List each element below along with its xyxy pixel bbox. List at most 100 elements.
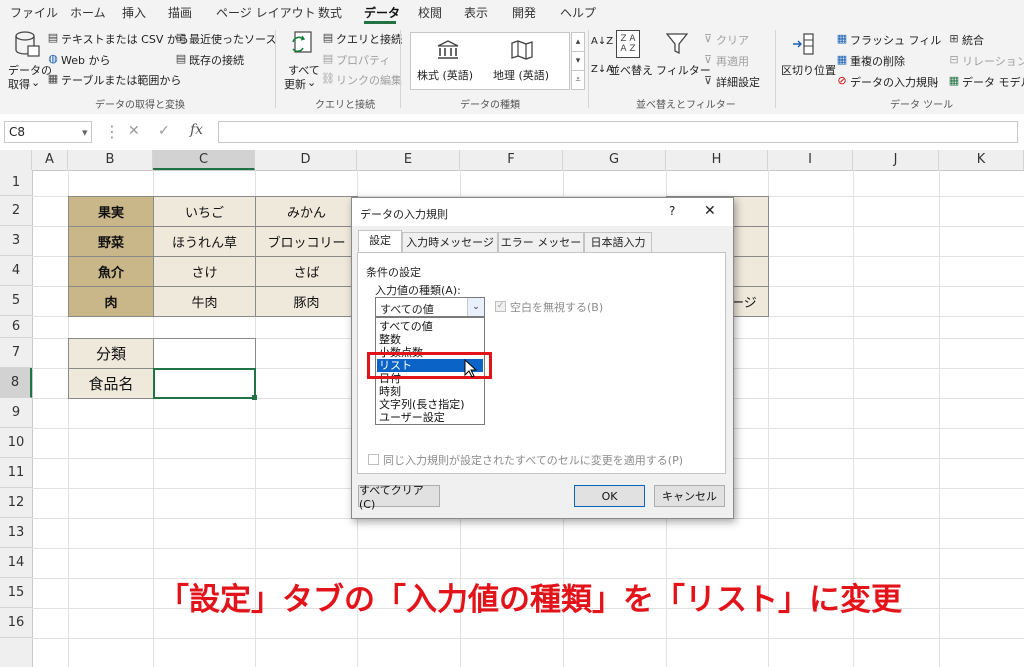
- row-header[interactable]: 11: [0, 458, 32, 488]
- name-box-dropdown-icon[interactable]: ▾: [82, 126, 88, 139]
- menu-developer[interactable]: 開発: [512, 4, 536, 21]
- data-validation-button[interactable]: データの入力規則: [850, 74, 938, 90]
- list-item[interactable]: ユーザー設定: [377, 411, 483, 424]
- table-category-cell[interactable]: 果実: [68, 196, 154, 227]
- gallery-more-icon[interactable]: ⩡: [571, 70, 585, 90]
- category-label-cell[interactable]: 分類: [68, 338, 154, 369]
- menu-review[interactable]: 校閲: [418, 4, 442, 21]
- table-cell[interactable]: いちご: [153, 196, 256, 227]
- row-header[interactable]: 12: [0, 488, 32, 518]
- column-header[interactable]: F: [460, 150, 563, 170]
- select-all-corner[interactable]: [0, 150, 32, 170]
- list-item[interactable]: すべての値: [377, 320, 483, 333]
- refresh-all-label-2[interactable]: 更新: [284, 76, 306, 92]
- row-header[interactable]: 6: [0, 316, 32, 338]
- menu-draw[interactable]: 描画: [168, 4, 192, 21]
- column-header[interactable]: E: [357, 150, 460, 170]
- table-category-cell[interactable]: 野菜: [68, 226, 154, 257]
- column-header[interactable]: K: [939, 150, 1024, 170]
- get-data-label-2[interactable]: 取得: [8, 76, 30, 92]
- row-header[interactable]: 7: [0, 338, 32, 368]
- row-header[interactable]: 16: [0, 608, 32, 638]
- flash-fill-button[interactable]: フラッシュ フィル: [850, 32, 941, 48]
- recent-sources-button[interactable]: 最近使ったソース: [189, 31, 276, 47]
- help-icon[interactable]: ?: [669, 204, 675, 218]
- tab-error-message[interactable]: エラー メッセージ: [498, 232, 584, 269]
- cancel-button[interactable]: キャンセル: [654, 485, 725, 507]
- table-category-cell[interactable]: 魚介: [68, 256, 154, 287]
- ignore-blank-checkbox[interactable]: ✓: [495, 301, 506, 312]
- queries-connections-button[interactable]: クエリと接続: [336, 31, 402, 47]
- bank-icon[interactable]: [433, 37, 463, 63]
- chevron-down-icon[interactable]: ⌄: [931, 74, 940, 87]
- refresh-all-icon[interactable]: [286, 28, 316, 60]
- row-header[interactable]: 4: [0, 256, 32, 286]
- table-cell[interactable]: 牛肉: [153, 286, 256, 317]
- web-button[interactable]: Web から: [61, 52, 110, 68]
- properties-button[interactable]: プロパティ: [336, 52, 390, 68]
- row-header[interactable]: 1: [0, 170, 32, 196]
- database-icon[interactable]: [12, 28, 42, 60]
- ok-button[interactable]: OK: [574, 485, 645, 507]
- sort-button[interactable]: 並べ替え: [609, 62, 653, 78]
- row-header[interactable]: 2: [0, 196, 32, 226]
- edit-links-button[interactable]: リンクの編集: [336, 72, 402, 88]
- sort-ascending-icon[interactable]: A↓Z: [591, 36, 613, 47]
- menu-formulas[interactable]: 数式: [318, 4, 342, 21]
- data-model-button[interactable]: データ モデルの: [962, 74, 1024, 90]
- name-box[interactable]: C8: [4, 121, 92, 143]
- text-csv-button[interactable]: テキストまたは CSV から: [61, 31, 189, 47]
- close-icon[interactable]: ✕: [704, 203, 716, 219]
- chevron-down-icon[interactable]: ⌄: [31, 76, 40, 89]
- menu-data[interactable]: データ: [364, 4, 400, 21]
- table-range-button[interactable]: テーブルまたは範囲から: [61, 72, 181, 88]
- column-header[interactable]: A: [32, 150, 68, 170]
- chevron-down-icon[interactable]: ⌄: [307, 76, 316, 89]
- menu-file[interactable]: ファイル: [10, 4, 58, 21]
- chevron-down-icon[interactable]: ⌄: [467, 298, 484, 316]
- table-category-cell[interactable]: 肉: [68, 286, 154, 317]
- row-header[interactable]: 15: [0, 578, 32, 608]
- apply-all-checkbox[interactable]: [368, 454, 379, 465]
- list-item[interactable]: 整数: [377, 333, 483, 346]
- chevron-up-icon[interactable]: ▴: [571, 32, 585, 52]
- fill-handle[interactable]: [252, 395, 257, 400]
- chevron-down-icon[interactable]: ▾: [571, 51, 585, 71]
- menu-home[interactable]: ホーム: [70, 4, 106, 21]
- tab-japanese-input[interactable]: 日本語入力: [584, 232, 652, 252]
- table-cell[interactable]: ほうれん草: [153, 226, 256, 257]
- column-header[interactable]: I: [768, 150, 853, 170]
- column-header[interactable]: C: [153, 150, 255, 170]
- formula-input[interactable]: [218, 121, 1018, 143]
- column-header[interactable]: H: [666, 150, 768, 170]
- list-item[interactable]: 時刻: [377, 385, 483, 398]
- relationships-button[interactable]: リレーションシ: [962, 53, 1024, 69]
- row-header[interactable]: 14: [0, 548, 32, 578]
- row-header[interactable]: 3: [0, 226, 32, 256]
- stocks-button[interactable]: 株式 (英語): [417, 67, 473, 83]
- tab-settings[interactable]: 設定: [358, 230, 402, 252]
- menu-insert[interactable]: 挿入: [122, 4, 146, 21]
- food-name-input-cell[interactable]: [153, 368, 256, 399]
- table-cell[interactable]: みかん: [255, 196, 358, 227]
- menu-page-layout[interactable]: ページ レイアウト: [216, 4, 316, 21]
- list-item[interactable]: 文字列(長さ指定): [377, 398, 483, 411]
- row-header[interactable]: 8: [0, 368, 32, 398]
- menu-view[interactable]: 表示: [464, 4, 488, 21]
- table-cell[interactable]: さば: [255, 256, 358, 287]
- reapply-button[interactable]: 再適用: [716, 53, 749, 69]
- remove-duplicates-button[interactable]: 重複の削除: [850, 53, 905, 69]
- row-header[interactable]: 9: [0, 398, 32, 428]
- map-icon[interactable]: [507, 37, 537, 63]
- menu-help[interactable]: ヘルプ: [560, 4, 596, 21]
- allow-select[interactable]: すべての値 ⌄: [375, 297, 485, 317]
- table-cell[interactable]: さけ: [153, 256, 256, 287]
- table-cell[interactable]: 豚肉: [255, 286, 358, 317]
- food-name-label-cell[interactable]: 食品名: [68, 368, 154, 399]
- column-header[interactable]: G: [563, 150, 666, 170]
- consolidate-button[interactable]: 統合: [962, 32, 984, 48]
- clear-button[interactable]: クリア: [716, 32, 749, 48]
- filter-icon[interactable]: [664, 30, 690, 58]
- text-to-columns-button[interactable]: 区切り位置: [781, 62, 836, 78]
- row-header[interactable]: 10: [0, 428, 32, 458]
